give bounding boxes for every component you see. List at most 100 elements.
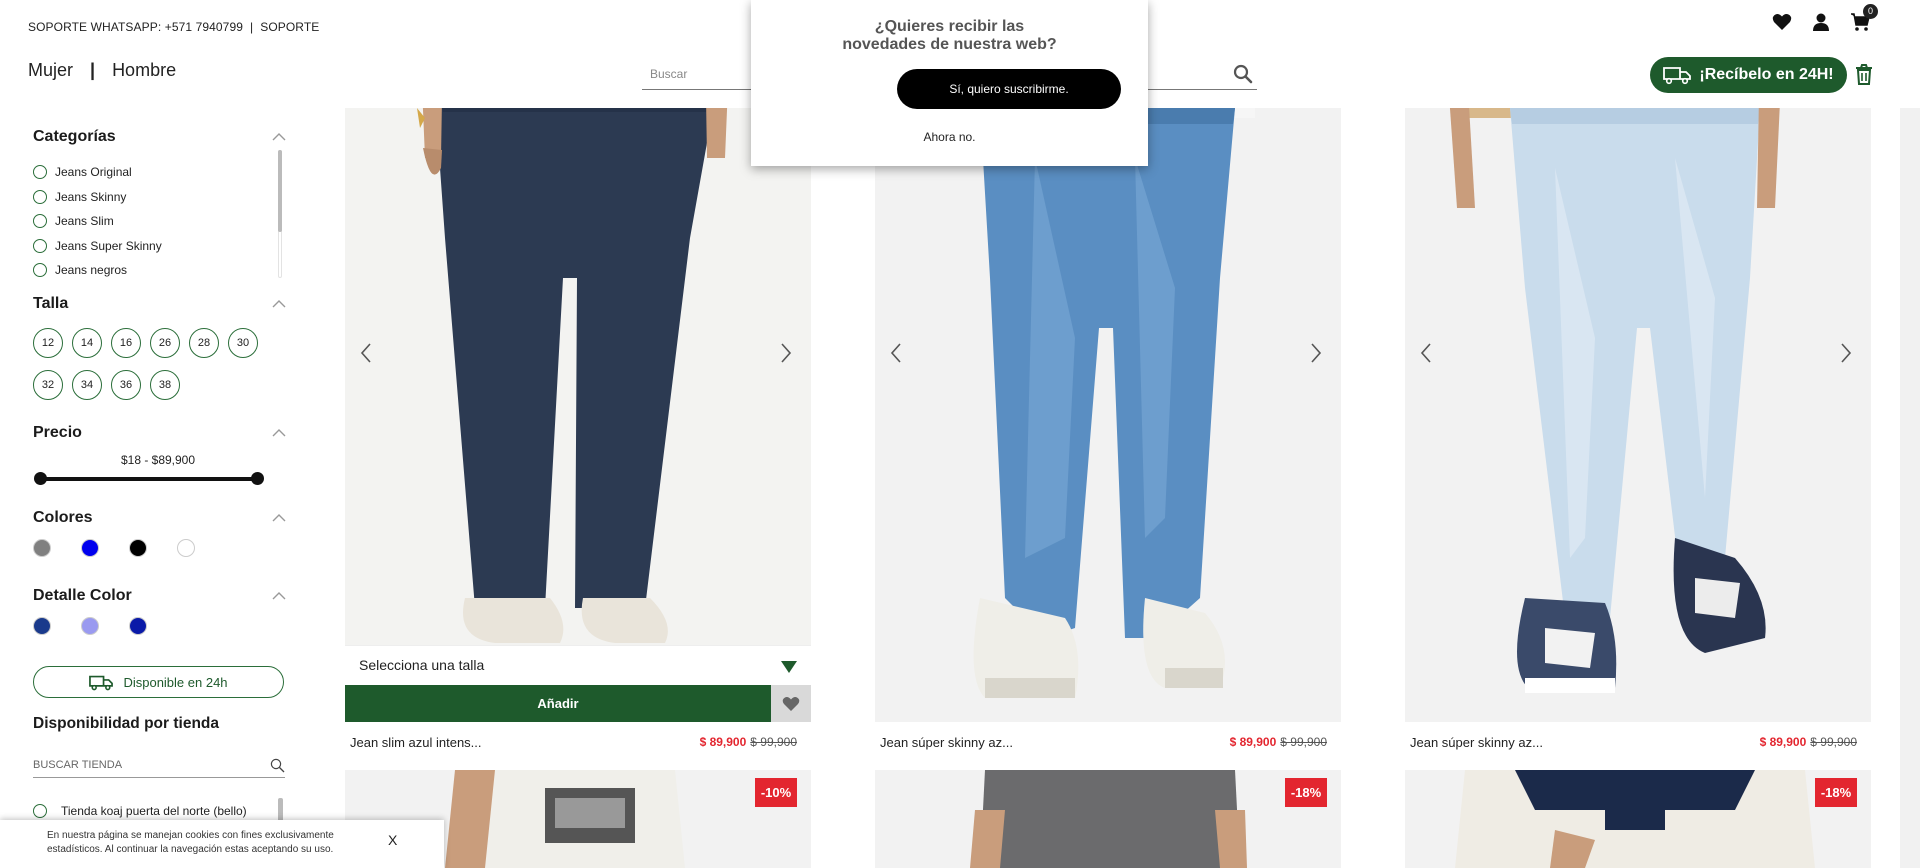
radio-button[interactable] [33, 804, 47, 818]
product-card[interactable]: -18% [1405, 770, 1871, 868]
product-name[interactable]: Jean slim azul intens... [350, 735, 482, 750]
color-swatch[interactable] [177, 539, 195, 557]
page-scrollbar[interactable] [1900, 0, 1920, 868]
product-card[interactable]: Jean súper skinny az... $ 89,900 $ 99,900 [1405, 38, 1871, 758]
detail-color-swatch[interactable] [81, 617, 99, 635]
cart-button[interactable]: 0 [1850, 4, 1878, 32]
trash-icon[interactable] [1855, 64, 1873, 86]
category-list: Jeans Original Jeans Skinny Jeans Slim J… [33, 160, 162, 283]
product-card[interactable]: -18% [875, 770, 1341, 868]
size-option[interactable]: 14 [72, 328, 102, 358]
price-range-label: $18 - $89,900 [120, 453, 196, 467]
page: Selecciona una talla Añadir Jean slim az… [0, 0, 1920, 868]
product-card[interactable]: Selecciona una talla Añadir Jean slim az… [345, 38, 811, 758]
whatsapp-support-link[interactable]: SOPORTE WHATSAPP: +571 7940799 [28, 20, 243, 34]
sale-price: $ 89,900 [1229, 735, 1277, 749]
category-option[interactable]: Jeans Original [33, 160, 162, 185]
category-option[interactable]: Jeans negros [33, 258, 162, 283]
chevron-up-icon[interactable] [272, 299, 286, 309]
carousel-next-icon[interactable] [779, 342, 793, 364]
detail-color-swatches [33, 617, 147, 635]
category-label: Jeans Slim [55, 214, 114, 229]
category-scrollbar[interactable] [278, 150, 282, 232]
detail-color-swatch[interactable] [129, 617, 147, 635]
wishlist-heart-icon[interactable] [1772, 12, 1792, 32]
radio-button[interactable] [33, 214, 47, 229]
available-24h-filter[interactable]: Disponible en 24h [33, 666, 284, 698]
chevron-up-icon[interactable] [272, 513, 286, 523]
size-option[interactable]: 12 [33, 328, 63, 358]
search-icon[interactable] [1233, 64, 1253, 84]
carousel-next-icon[interactable] [1839, 342, 1853, 364]
nav-men[interactable]: Hombre [112, 60, 176, 80]
size-option[interactable]: 28 [189, 328, 219, 358]
color-swatch[interactable] [81, 539, 99, 557]
price-slider[interactable] [34, 472, 264, 485]
add-to-cart-button[interactable]: Añadir [345, 685, 771, 722]
size-option[interactable]: 30 [228, 328, 258, 358]
color-swatch[interactable] [33, 539, 51, 557]
popup-title: ¿Quieres recibir las novedades de nuestr… [842, 18, 1057, 53]
cart-count-badge: 0 [1863, 4, 1878, 19]
store-option[interactable]: Tienda koaj puerta del norte (bello) [33, 804, 247, 818]
filter-title-colors: Colores [33, 509, 93, 526]
product-image[interactable] [1405, 770, 1871, 868]
size-option[interactable]: 16 [111, 328, 141, 358]
product-name[interactable]: Jean súper skinny az... [1410, 735, 1543, 750]
carousel-prev-icon[interactable] [889, 342, 903, 364]
gender-nav: Mujer | Hombre [28, 60, 176, 81]
radio-button[interactable] [33, 165, 47, 180]
size-option[interactable]: 36 [111, 370, 141, 400]
chevron-up-icon[interactable] [272, 591, 286, 601]
category-option[interactable]: Jeans Super Skinny [33, 234, 162, 259]
cookie-close-button[interactable]: X [388, 832, 397, 848]
filter-title-price: Precio [33, 424, 82, 441]
product-image[interactable] [345, 38, 811, 645]
delivery-24h-button[interactable]: ¡Recíbelo en 24H! [1650, 57, 1847, 93]
size-option[interactable]: 34 [72, 370, 102, 400]
store-label: Tienda koaj puerta del norte (bello) [61, 804, 247, 818]
product-name[interactable]: Jean súper skinny az... [880, 735, 1013, 750]
store-scrollbar[interactable] [278, 798, 283, 822]
product-image[interactable] [1405, 38, 1871, 722]
subscribe-button[interactable]: Sí, quiero suscribirme. [897, 69, 1121, 109]
chevron-up-icon[interactable] [272, 428, 286, 438]
store-search-input[interactable] [33, 754, 253, 776]
product-price: $ 89,900 $ 99,900 [1230, 735, 1327, 749]
decline-button[interactable]: Ahora no. [751, 130, 1148, 144]
filter-title-detail-color: Detalle Color [33, 587, 132, 604]
size-option[interactable]: 32 [33, 370, 63, 400]
category-label: Jeans Original [55, 165, 132, 180]
category-option[interactable]: Jeans Skinny [33, 185, 162, 210]
size-options: 12 14 16 26 28 30 [33, 328, 258, 358]
user-account-icon[interactable] [1811, 12, 1831, 32]
nav-women[interactable]: Mujer [28, 60, 73, 80]
carousel-prev-icon[interactable] [1419, 342, 1433, 364]
color-swatch[interactable] [129, 539, 147, 557]
search-icon[interactable] [270, 758, 285, 773]
carousel-next-icon[interactable] [1309, 342, 1323, 364]
sale-price: $ 89,900 [699, 735, 747, 749]
filter-title-size: Talla [33, 295, 69, 312]
detail-color-swatch[interactable] [33, 617, 51, 635]
price-slider-min-handle[interactable] [34, 472, 47, 485]
chevron-up-icon[interactable] [272, 132, 286, 142]
carousel-prev-icon[interactable] [359, 342, 373, 364]
support-link[interactable]: SOPORTE [260, 20, 319, 34]
radio-button[interactable] [33, 263, 47, 278]
radio-button[interactable] [33, 238, 47, 253]
original-price: $ 99,900 [1810, 735, 1857, 749]
size-selector[interactable]: Selecciona una talla [345, 645, 811, 685]
dropdown-arrow-icon [781, 661, 797, 673]
product-image[interactable] [875, 770, 1341, 868]
size-selector-label: Selecciona una talla [359, 657, 485, 673]
separator: | [90, 60, 96, 80]
price-slider-max-handle[interactable] [251, 472, 264, 485]
radio-button[interactable] [33, 189, 47, 204]
separator: | [250, 20, 254, 34]
wishlist-button[interactable] [771, 685, 811, 722]
category-option[interactable]: Jeans Slim [33, 209, 162, 234]
size-option[interactable]: 26 [150, 328, 180, 358]
discount-badge: -18% [1285, 778, 1327, 807]
size-option[interactable]: 38 [150, 370, 180, 400]
